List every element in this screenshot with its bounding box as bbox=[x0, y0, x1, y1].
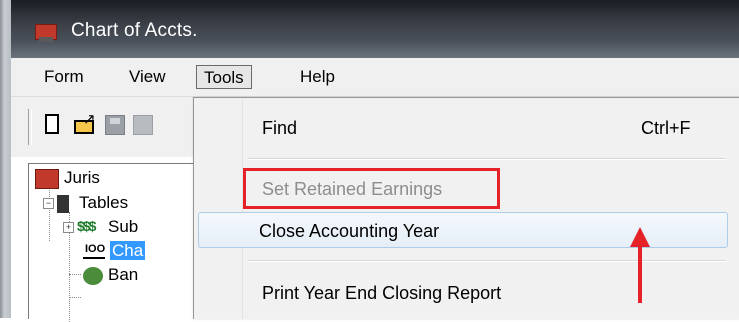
menu-view[interactable]: View bbox=[122, 65, 173, 89]
disabled-button-icon bbox=[131, 113, 155, 137]
title-bar[interactable]: Chart of Accts. bbox=[11, 0, 739, 58]
new-document-icon[interactable] bbox=[41, 113, 65, 137]
menu-bar: Form View Tools Help bbox=[11, 58, 739, 97]
menu-item-label: Find bbox=[262, 118, 298, 138]
juris-app-icon bbox=[35, 24, 57, 42]
tree-item-label: Ban bbox=[108, 265, 139, 284]
menu-item-find[interactable]: Find Ctrl+F bbox=[198, 110, 728, 146]
dollar-icon bbox=[77, 218, 103, 237]
menu-help[interactable]: Help bbox=[293, 65, 342, 89]
menu-item-shortcut: Ctrl+F bbox=[641, 118, 691, 138]
annotation-highlight-box bbox=[243, 168, 500, 209]
window-frame-left bbox=[0, 0, 11, 318]
menu-separator bbox=[248, 260, 726, 262]
tree-item-label: Juris bbox=[64, 168, 100, 187]
menu-tools[interactable]: Tools bbox=[196, 65, 252, 89]
tables-folder-icon bbox=[57, 194, 69, 213]
tree-item-chart[interactable]: Cha bbox=[83, 241, 146, 263]
menu-item-label: Print Year End Closing Report bbox=[262, 283, 502, 303]
menu-separator bbox=[248, 158, 726, 160]
accounts-tree: Juris − Tables + Sub Cha Ban bbox=[28, 163, 194, 322]
chart-table-icon bbox=[83, 243, 105, 259]
tree-item-sub[interactable]: + Sub bbox=[63, 217, 138, 239]
tree-item-label: Sub bbox=[108, 217, 139, 236]
tree-item-label-selected: Cha bbox=[110, 241, 146, 260]
save-disk-icon[interactable] bbox=[103, 113, 127, 137]
tree-item-juris[interactable]: Juris bbox=[35, 168, 100, 190]
toolbar-separator bbox=[28, 109, 32, 145]
bank-icon bbox=[83, 266, 103, 285]
toolbar: ↗ bbox=[11, 97, 193, 157]
menu-item-label: Close Accounting Year bbox=[259, 221, 440, 241]
juris-node-icon bbox=[35, 168, 59, 189]
tree-item-bank[interactable]: Ban bbox=[83, 265, 138, 287]
open-folder-icon[interactable]: ↗ bbox=[73, 112, 97, 137]
collapse-toggle-icon[interactable]: − bbox=[43, 198, 54, 210]
tree-item-label: Tables bbox=[79, 193, 129, 212]
annotation-up-arrow-icon bbox=[630, 227, 650, 303]
window-title: Chart of Accts. bbox=[71, 20, 198, 41]
expand-toggle-icon[interactable]: + bbox=[63, 222, 74, 234]
tree-item-tables[interactable]: − Tables bbox=[43, 193, 128, 215]
menu-form[interactable]: Form bbox=[37, 65, 91, 89]
